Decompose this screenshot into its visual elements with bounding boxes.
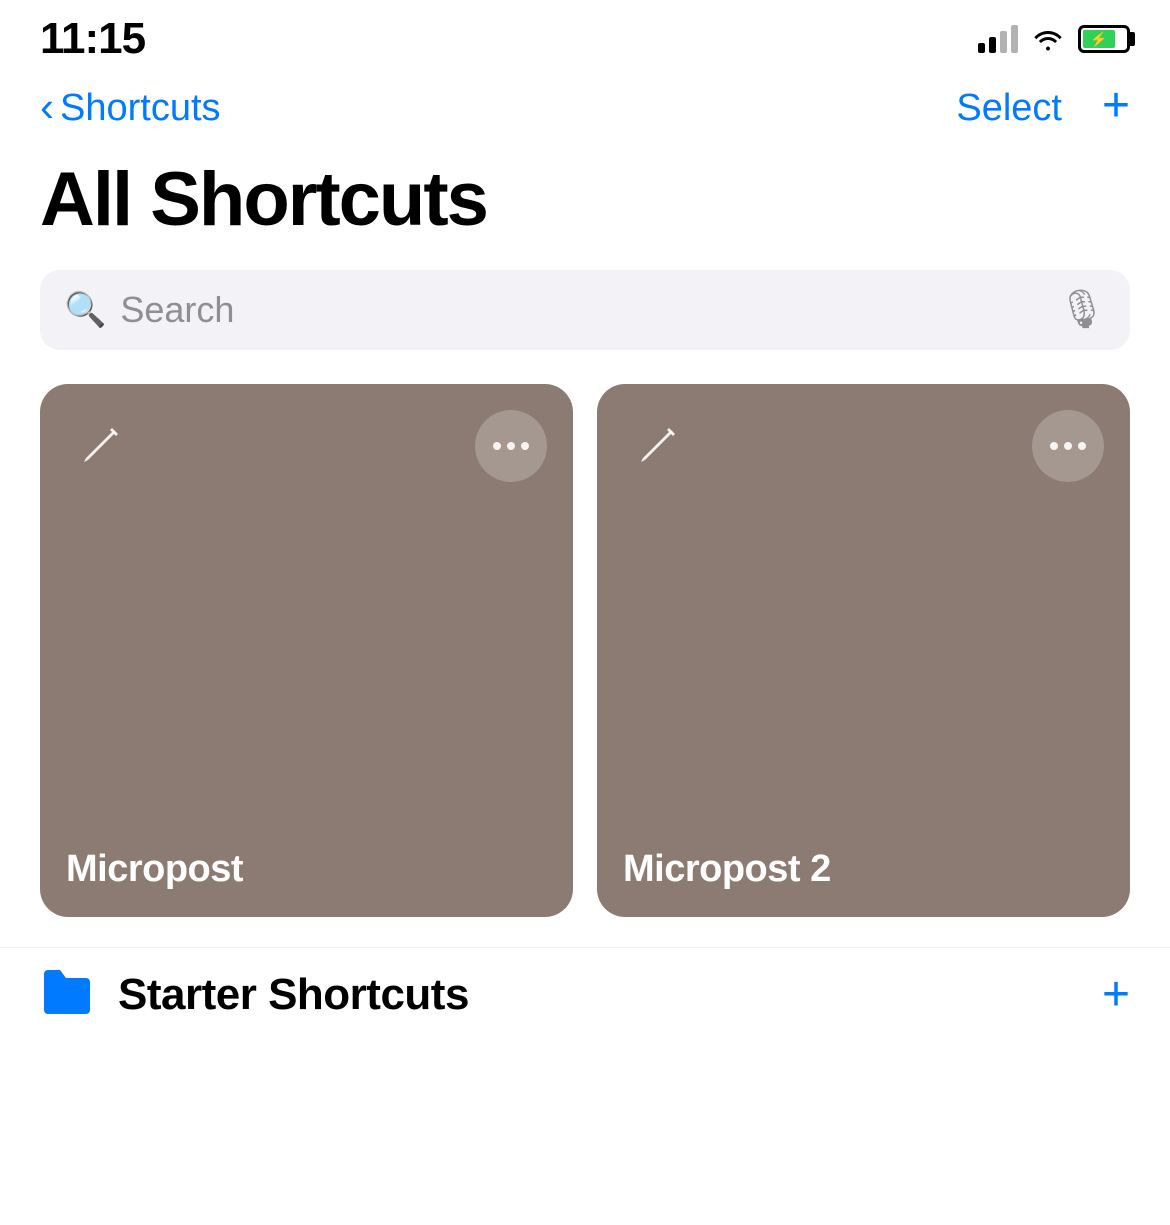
search-icon: 🔍: [64, 293, 106, 327]
status-time: 11:15: [40, 14, 145, 64]
page-title-section: All Shortcuts: [0, 150, 1170, 260]
dot-1: [493, 442, 501, 450]
wifi-icon: [1032, 27, 1064, 51]
folder-icon: [40, 968, 94, 1023]
dot-2: [507, 442, 515, 450]
more-button-1[interactable]: [475, 410, 547, 482]
nav-right-actions: Select +: [956, 86, 1130, 130]
signal-bar-3: [1000, 31, 1007, 53]
dot-6: [1078, 442, 1086, 450]
back-chevron-icon: ‹: [40, 86, 54, 128]
add-button[interactable]: +: [1102, 82, 1130, 130]
search-container: 🔍 Search 🎙: [0, 260, 1170, 374]
shortcut-name-1: Micropost: [66, 848, 547, 891]
bottom-section: Starter Shortcuts +: [0, 947, 1170, 1043]
back-label: Shortcuts: [60, 87, 221, 130]
folder-add-button[interactable]: +: [1102, 971, 1130, 1019]
more-dots-1: [493, 442, 529, 450]
shortcut-card-2[interactable]: Micropost 2: [597, 384, 1130, 917]
dot-4: [1050, 442, 1058, 450]
battery-bolt: ⚡: [1090, 32, 1107, 46]
shortcut-card-2-top: [623, 410, 1104, 482]
more-button-2[interactable]: [1032, 410, 1104, 482]
status-bar: 11:15 ⚡: [0, 0, 1170, 70]
signal-bar-4: [1011, 25, 1018, 53]
more-dots-2: [1050, 442, 1086, 450]
shortcut-card-1[interactable]: Micropost: [40, 384, 573, 917]
pen-icon-2: [623, 410, 693, 480]
battery-icon: ⚡: [1078, 25, 1130, 53]
page-title: All Shortcuts: [40, 160, 1130, 240]
signal-bar-2: [989, 37, 996, 53]
signal-bar-1: [978, 43, 985, 53]
folder-label: Starter Shortcuts: [118, 970, 1078, 1020]
select-button[interactable]: Select: [956, 87, 1062, 130]
search-input[interactable]: Search: [120, 289, 1043, 331]
shortcut-card-1-top: [66, 410, 547, 482]
signal-icon: [978, 25, 1018, 53]
status-icons: ⚡: [978, 25, 1130, 53]
back-button[interactable]: ‹ Shortcuts: [40, 87, 221, 130]
search-bar[interactable]: 🔍 Search 🎙: [40, 270, 1130, 350]
dot-3: [521, 442, 529, 450]
pen-icon-1: [66, 410, 136, 480]
microphone-icon[interactable]: 🎙: [1058, 288, 1106, 332]
shortcut-name-2: Micropost 2: [623, 848, 1104, 891]
dot-5: [1064, 442, 1072, 450]
shortcuts-grid: Micropost Micropost 2: [0, 374, 1170, 947]
nav-bar: ‹ Shortcuts Select +: [0, 70, 1170, 150]
